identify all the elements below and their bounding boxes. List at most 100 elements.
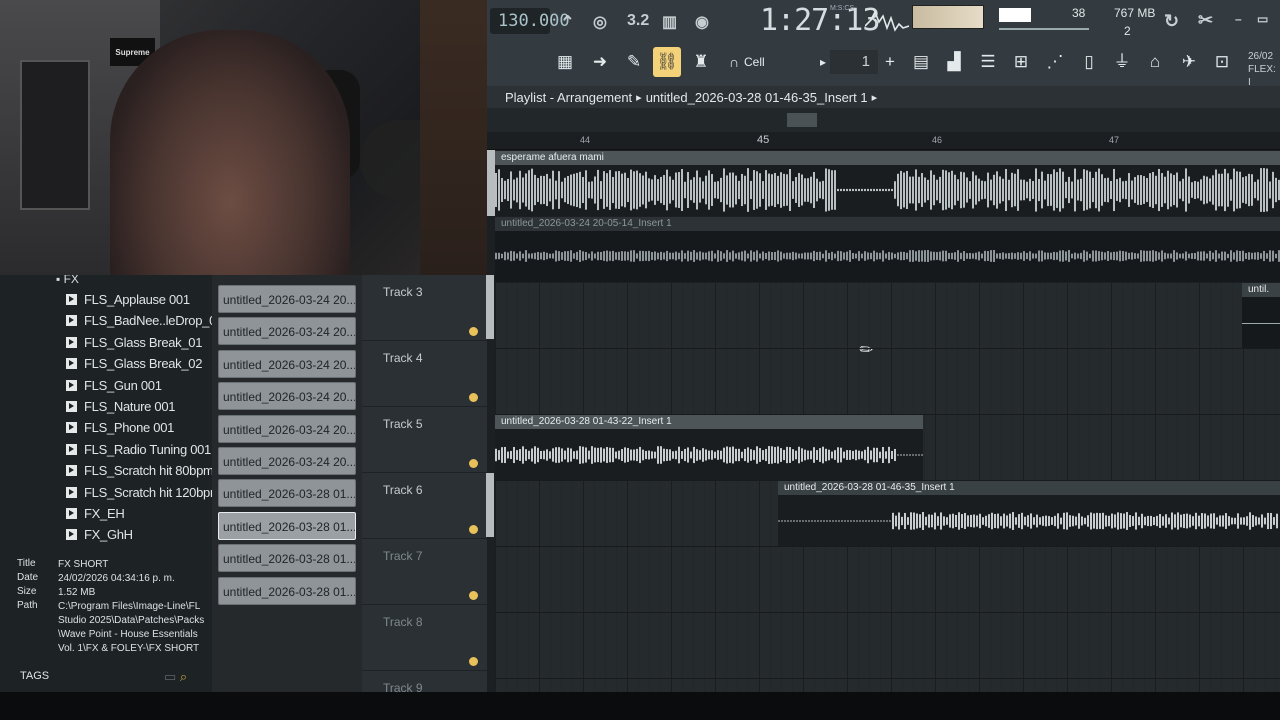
- track-mute-icon[interactable]: [469, 393, 478, 402]
- track-header[interactable]: Track 7: [362, 539, 487, 605]
- browser-icon[interactable]: ☰: [974, 47, 1002, 77]
- webcam-person: [110, 30, 350, 275]
- song-time: 1:27:13: [760, 3, 880, 38]
- link-tool-icon[interactable]: ⛓: [653, 47, 681, 77]
- picker-item[interactable]: untitled_2026-03-24 20...: [218, 317, 356, 346]
- track-name: Track 6: [383, 483, 423, 497]
- track-mute-icon[interactable]: [469, 591, 478, 600]
- picker-item[interactable]: untitled_2026-03-28 01...: [218, 511, 356, 540]
- clip-track6[interactable]: untitled_2026-03-28 01-46-35_Insert 1: [778, 481, 1280, 547]
- picker-item[interactable]: untitled_2026-03-28 01...: [218, 576, 356, 605]
- stamp-tool-icon[interactable]: ♜: [687, 47, 715, 77]
- browser-item[interactable]: FLS_Scratch hit 120bpm: [66, 482, 221, 503]
- cut-icon[interactable]: ✂: [1198, 10, 1213, 31]
- browser-item-label: FLS_Gun 001: [84, 377, 162, 393]
- picker-item[interactable]: untitled_2026-03-28 01...: [218, 479, 356, 508]
- time-format[interactable]: M:S:CS: [830, 5, 854, 12]
- browser-item[interactable]: FLS_Glass Break_01: [66, 332, 202, 353]
- grid-row-divider: [495, 612, 1280, 613]
- wait-icon[interactable]: ◎: [593, 12, 607, 32]
- playlist-pattern[interactable]: untitled_2026-03-28 01-46-35_Insert 1: [646, 90, 868, 105]
- master-pitch[interactable]: [999, 28, 1089, 30]
- picker-item[interactable]: untitled_2026-03-24 20...: [218, 285, 356, 313]
- picker-item[interactable]: untitled_2026-03-24 20...: [218, 447, 356, 475]
- project-icon[interactable]: ▯: [1075, 47, 1103, 77]
- track-header[interactable]: Track 4: [362, 341, 487, 407]
- picker-item[interactable]: untitled_2026-03-24 20...: [218, 382, 356, 411]
- arrow-tool-icon[interactable]: ➜: [586, 47, 614, 77]
- browser-item[interactable]: FLS_Applause 001: [66, 289, 190, 310]
- track-color-bar: [486, 275, 494, 339]
- master-meter: [912, 5, 984, 29]
- audio-file-icon: [66, 443, 77, 455]
- playlist-overview[interactable]: [487, 108, 1280, 132]
- clip-track3[interactable]: until.: [1242, 283, 1280, 348]
- browser-item-label: FLS_Glass Break_01: [84, 334, 203, 350]
- channel-icon[interactable]: ⋰: [1041, 47, 1069, 77]
- clip-title: untitled_2026-03-24 20-05-14_Insert 1: [495, 217, 1280, 231]
- countdown-icon[interactable]: 3.2: [627, 12, 649, 30]
- overview-handle[interactable]: [787, 113, 817, 127]
- draw-tool-icon[interactable]: ✎: [620, 47, 648, 77]
- info-path: C:\Program Files\Image-Line\FL Studio 20…: [58, 601, 205, 654]
- restore-icon[interactable]: ▭: [1257, 12, 1268, 26]
- playlist-icon[interactable]: ▤: [907, 47, 935, 77]
- browser-item[interactable]: FLS_Radio Tuning 001: [66, 439, 211, 460]
- info-size-label: Size: [17, 586, 37, 597]
- browser-item-label: FLS_Radio Tuning 001: [84, 441, 211, 457]
- track-header[interactable]: Track 8: [362, 605, 487, 671]
- browser-item[interactable]: FX_GhH: [66, 524, 133, 545]
- browser-item[interactable]: FLS_BadNee..leDrop_02: [66, 310, 223, 331]
- pattern-add-icon[interactable]: +: [876, 47, 904, 77]
- snap-selector[interactable]: Cell: [744, 55, 765, 69]
- clip-track5[interactable]: untitled_2026-03-28 01-43-22_Insert 1: [495, 415, 923, 481]
- loop-record-icon[interactable]: ◉: [695, 12, 709, 32]
- browser-item[interactable]: FLS_Glass Break_02: [66, 353, 202, 374]
- browser-item[interactable]: FLS_Phone 001: [66, 417, 174, 438]
- track-mute-icon[interactable]: [469, 459, 478, 468]
- browser-item[interactable]: FLS_Gun 001: [66, 375, 162, 396]
- grid-row-divider: [495, 546, 1280, 547]
- track-header[interactable]: Track 5: [362, 407, 487, 473]
- timeline-ruler[interactable]: 44 45 46 47: [487, 132, 1280, 150]
- track-mute-icon[interactable]: [469, 657, 478, 666]
- minimize-icon[interactable]: –: [1235, 12, 1242, 26]
- browser-item[interactable]: FLS_Scratch hit 80bpm: [66, 460, 214, 481]
- step-edit-icon[interactable]: ▥: [662, 12, 677, 32]
- clip-track2[interactable]: untitled_2026-03-24 20-05-14_Insert 1: [495, 217, 1280, 282]
- plugin-icon[interactable]: ⏚: [1108, 47, 1136, 77]
- browser-item[interactable]: FLS_Nature 001: [66, 396, 176, 417]
- browser-item-label: FLS_BadNee..leDrop_02: [84, 313, 223, 329]
- track-mute-icon[interactable]: [469, 327, 478, 336]
- channel-rack-icon[interactable]: ▟: [940, 47, 968, 77]
- browser-item[interactable]: FX_EH: [66, 503, 125, 524]
- picker-item[interactable]: untitled_2026-03-24 20...: [218, 414, 356, 443]
- mixer-icon[interactable]: ⊞: [1007, 47, 1035, 77]
- track-header[interactable]: Track 6: [362, 473, 494, 539]
- help-icon[interactable]: ⌂: [1141, 47, 1169, 77]
- master-volume[interactable]: [999, 8, 1031, 22]
- search-icon[interactable]: ⌕: [180, 669, 187, 684]
- piano-roll-icon[interactable]: ▦: [551, 47, 579, 77]
- audio-file-icon: [66, 529, 77, 541]
- tempo-display[interactable]: 130.000: [490, 8, 570, 34]
- main-toolbar: 130.000 ⌃ ◎ 3.2 ▥ ◉ 1:27:13 M:S:CS 38 76…: [487, 0, 1280, 88]
- track-mute-icon[interactable]: [469, 525, 478, 534]
- clip-esperame[interactable]: esperame afuera mami: [495, 151, 1280, 216]
- browser-item-label: FX_GhH: [84, 527, 133, 543]
- folder-icon[interactable]: ▭: [164, 669, 176, 684]
- picker-item[interactable]: untitled_2026-03-24 20...: [218, 349, 356, 378]
- picker-item[interactable]: untitled_2026-03-28 01...: [218, 544, 356, 573]
- pattern-selector[interactable]: 1: [830, 50, 878, 74]
- metronome-icon[interactable]: ⌃: [561, 12, 574, 32]
- shop-icon[interactable]: ⊡: [1208, 47, 1236, 77]
- track-header[interactable]: Track 3: [362, 275, 494, 341]
- pickup-icon[interactable]: ✈: [1175, 47, 1203, 77]
- undo-icon[interactable]: ↻: [1164, 11, 1179, 32]
- info-path-label: Path: [17, 600, 38, 611]
- audio-file-icon: [66, 336, 77, 348]
- grid-row-divider: [495, 678, 1280, 679]
- playlist-header: Playlist - Arrangement ▸ untitled_2026-0…: [487, 86, 1280, 108]
- audio-file-icon: [66, 486, 77, 498]
- tags-label[interactable]: TAGS: [20, 670, 49, 682]
